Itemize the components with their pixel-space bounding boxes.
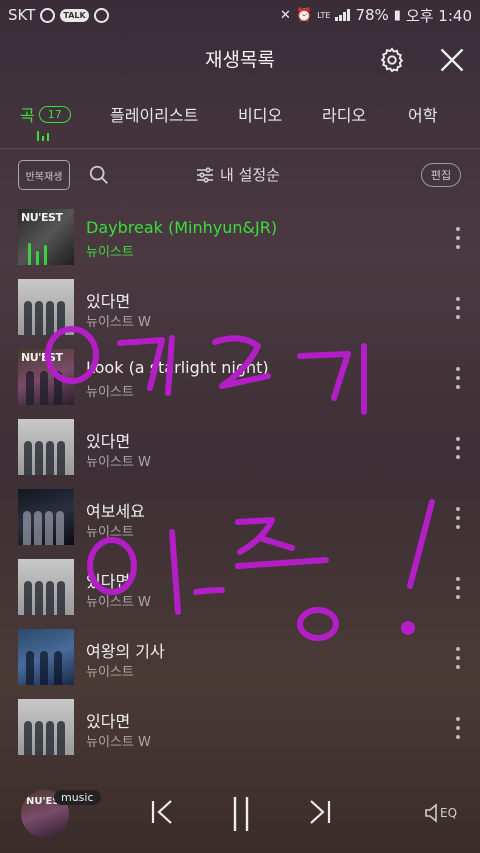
sort-button[interactable]: 내 설정순 xyxy=(196,164,280,185)
list-item[interactable]: 있다면 뉴이스트 W xyxy=(0,273,480,343)
song-count-badge: 17 xyxy=(38,105,71,123)
more-options-icon[interactable] xyxy=(454,577,462,599)
album-thumbnail xyxy=(18,699,74,755)
track-title: 여보세요 xyxy=(86,502,145,521)
list-item[interactable]: 있다면 뉴이스트 W xyxy=(0,553,480,623)
track-artist: 뉴이스트 xyxy=(86,245,134,260)
status-bar: SKT TALK ✕ ⏰ LTE 78% ▮ 오후 1:40 xyxy=(0,0,480,30)
more-options-icon[interactable] xyxy=(454,647,462,669)
track-title: 있다면 xyxy=(86,572,131,591)
list-item[interactable]: NU'EST Look (a starlight night) 뉴이스트 xyxy=(0,343,480,413)
speaker-icon xyxy=(425,803,437,823)
album-thumbnail: NU'EST xyxy=(18,209,74,265)
equalizer-button[interactable]: EQ xyxy=(424,802,460,824)
search-icon[interactable] xyxy=(88,164,110,186)
eq-label: EQ xyxy=(440,806,458,820)
track-title: 있다면 xyxy=(86,292,131,311)
sort-icon xyxy=(197,166,213,183)
track-artist: 뉴이스트 W xyxy=(86,455,151,470)
battery-percent: 78% xyxy=(355,6,389,24)
album-thumbnail xyxy=(18,559,74,615)
repeat-button[interactable]: 반복재생 xyxy=(18,160,70,190)
clock: 오후 1:40 xyxy=(405,6,472,25)
track-artist: 뉴이스트 xyxy=(86,525,134,540)
tab-playlists[interactable]: 플레이리스트 xyxy=(110,102,198,126)
track-title: 여왕의 기사 xyxy=(86,642,165,661)
close-icon[interactable] xyxy=(438,46,466,74)
list-item[interactable]: 여왕의 기사 뉴이스트 xyxy=(0,623,480,693)
page-title: 재생목록 xyxy=(205,48,275,71)
tab-songs-label: 곡 xyxy=(20,106,35,125)
alarm-icon: ⏰ xyxy=(295,7,313,23)
list-item[interactable]: NU'EST Daybreak (Minhyun&JR) 뉴이스트 xyxy=(0,203,480,273)
next-track-icon[interactable] xyxy=(306,798,332,826)
battery-icon: ▮ xyxy=(393,7,401,23)
tab-bar: 곡 17 플레이리스트 비디오 라디오 어학 xyxy=(0,92,480,142)
carrier-label: SKT xyxy=(8,6,36,24)
lte-icon: LTE xyxy=(317,10,331,20)
track-title: Look (a starlight night) xyxy=(86,358,269,377)
tab-radio[interactable]: 라디오 xyxy=(322,102,366,126)
album-thumbnail xyxy=(18,419,74,475)
pause-icon[interactable] xyxy=(230,795,252,833)
more-options-icon[interactable] xyxy=(454,507,462,529)
list-item[interactable]: 여보세요 뉴이스트 xyxy=(0,483,480,553)
cast-icon xyxy=(93,7,109,23)
music-badge: music xyxy=(54,790,101,805)
list-toolbar: 반복재생 내 설정순 편집 xyxy=(0,158,480,192)
album-thumbnail: NU'EST xyxy=(18,349,74,405)
tab-songs[interactable]: 곡 17 xyxy=(20,102,71,126)
album-thumbnail xyxy=(18,489,74,545)
album-thumbnail xyxy=(18,279,74,335)
divider xyxy=(0,148,480,149)
notification-icon xyxy=(40,7,56,23)
track-artist: 뉴이스트 xyxy=(86,385,134,400)
mini-player: NU'EST music EQ xyxy=(0,770,480,853)
track-artist: 뉴이스트 W xyxy=(86,315,151,330)
talk-icon: TALK xyxy=(60,8,89,22)
track-artist: 뉴이스트 W xyxy=(86,735,151,750)
track-title: 있다면 xyxy=(86,712,131,731)
more-options-icon[interactable] xyxy=(454,227,462,249)
album-logo: NU'EST xyxy=(21,351,63,364)
list-item[interactable]: 있다면 뉴이스트 W xyxy=(0,413,480,483)
previous-track-icon[interactable] xyxy=(150,798,176,826)
playlist-header: 재생목록 xyxy=(0,34,480,82)
track-title: 있다면 xyxy=(86,432,131,451)
list-item[interactable]: 있다면 뉴이스트 W xyxy=(0,693,480,763)
mute-icon: ✕ xyxy=(280,7,291,23)
album-logo: NU'EST xyxy=(21,211,63,224)
now-playing-equalizer-icon xyxy=(37,131,49,141)
track-title: Daybreak (Minhyun&JR) xyxy=(86,218,278,237)
track-list: NU'EST Daybreak (Minhyun&JR) 뉴이스트 있다면 뉴이… xyxy=(0,203,480,763)
album-thumbnail xyxy=(18,629,74,685)
sort-label: 내 설정순 xyxy=(220,166,280,184)
track-artist: 뉴이스트 W xyxy=(86,595,151,610)
tab-videos[interactable]: 비디오 xyxy=(238,102,282,126)
more-options-icon[interactable] xyxy=(454,367,462,389)
more-options-icon[interactable] xyxy=(454,717,462,739)
gear-icon[interactable] xyxy=(378,46,406,74)
track-artist: 뉴이스트 xyxy=(86,665,134,680)
edit-button[interactable]: 편집 xyxy=(421,163,461,187)
more-options-icon[interactable] xyxy=(454,297,462,319)
tab-language[interactable]: 어학 xyxy=(408,102,437,126)
more-options-icon[interactable] xyxy=(454,437,462,459)
signal-icon xyxy=(335,9,351,21)
